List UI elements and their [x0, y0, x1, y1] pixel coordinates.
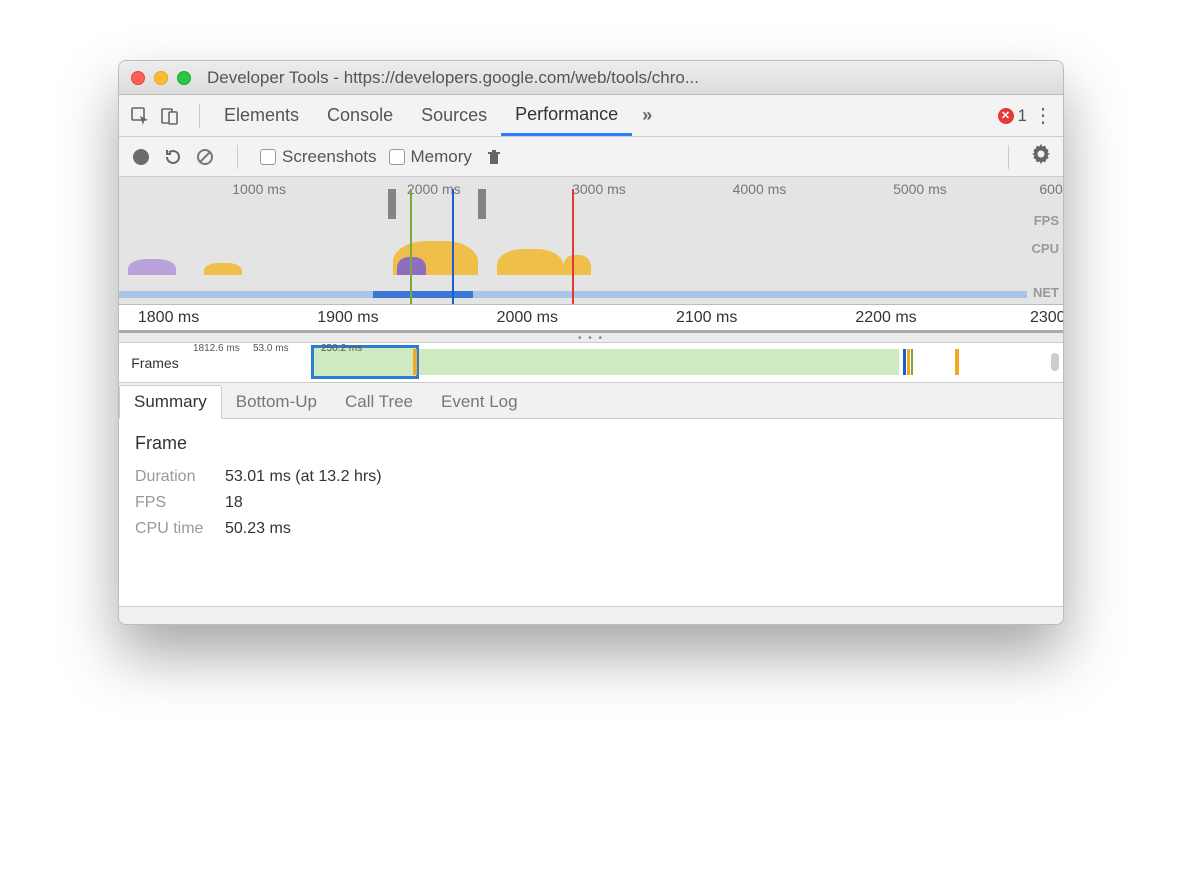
ruler-tick: 1800 ms [138, 309, 199, 327]
summary-value: 18 [225, 494, 243, 512]
ruler-tick: 2300 [1030, 309, 1064, 327]
tabs-overflow-button[interactable]: » [632, 105, 662, 126]
divider [237, 145, 238, 169]
frame-block[interactable] [419, 349, 899, 375]
detail-tabs: SummaryBottom-UpCall TreeEvent Log [119, 383, 1063, 419]
flame-ruler[interactable]: 1800 ms 1900 ms 2000 ms 2100 ms 2200 ms 2300 [119, 305, 1063, 333]
summary-row: FPS 18 [135, 494, 1047, 512]
frame-bar [911, 349, 913, 375]
summary-panel: Frame Duration 53.01 ms (at 13.2 hrs) FPS 1… [119, 419, 1063, 606]
range-handle[interactable] [478, 189, 486, 219]
tab-elements[interactable]: Elements [210, 95, 313, 136]
detail-tab-event-log[interactable]: Event Log [427, 386, 532, 418]
frames-track[interactable]: Frames 1812.6 ms 53.0 ms 250.2 ms [119, 343, 1063, 383]
close-button[interactable] [131, 71, 145, 85]
error-indicator[interactable]: ✕ 1 [998, 106, 1027, 126]
checkbox-label: Screenshots [282, 147, 377, 167]
garbage-collect-button[interactable] [484, 147, 504, 167]
performance-toolbar: Screenshots Memory [119, 137, 1063, 177]
record-button[interactable] [131, 147, 151, 167]
window-title: Developer Tools - https://developers.goo… [207, 68, 1051, 88]
timeline-overview[interactable]: 1000 ms2000 ms3000 ms4000 ms5000 ms6000 … [119, 177, 1063, 305]
panel-tabs: ElementsConsoleSourcesPerformance » ✕ 1 … [119, 95, 1063, 137]
frames-track-label: Frames [119, 343, 191, 382]
cpu-activity [563, 255, 591, 275]
ruler-tick: 2000 ms [497, 309, 558, 327]
marker-line [572, 189, 574, 304]
titlebar: Developer Tools - https://developers.goo… [119, 61, 1063, 95]
marker-line [410, 189, 412, 304]
cpu-activity [497, 249, 563, 275]
frame-duration-label: 250.2 ms [321, 343, 362, 354]
summary-value: 53.01 ms (at 13.2 hrs) [225, 468, 382, 486]
overview-tick: 4000 ms [733, 181, 787, 197]
frame-bar [903, 349, 906, 375]
overview-tick: 3000 ms [572, 181, 626, 197]
error-count: 1 [1018, 106, 1027, 126]
scrollbar-thumb[interactable] [1051, 353, 1059, 371]
cpu-activity [128, 259, 175, 275]
detail-tab-summary[interactable]: Summary [119, 385, 222, 419]
summary-row: Duration 53.01 ms (at 13.2 hrs) [135, 468, 1047, 486]
clear-button[interactable] [195, 147, 215, 167]
overview-tick: 5000 ms [893, 181, 947, 197]
divider [1008, 145, 1009, 169]
summary-label: Duration [135, 468, 211, 486]
cpu-activity [204, 263, 242, 275]
frame-bar [955, 349, 959, 375]
ruler-tick: 2100 ms [676, 309, 737, 327]
zoom-button[interactable] [177, 71, 191, 85]
net-segment [373, 291, 473, 298]
overview-row-label: NET [1033, 285, 1059, 300]
screenshots-checkbox[interactable]: Screenshots [260, 147, 377, 167]
checkbox-label: Memory [411, 147, 472, 167]
memory-checkbox[interactable]: Memory [389, 147, 472, 167]
minimize-button[interactable] [154, 71, 168, 85]
inspect-icon[interactable] [129, 105, 151, 127]
tab-sources[interactable]: Sources [407, 95, 501, 136]
overview-tick: 6000 [1039, 181, 1064, 197]
summary-row: CPU time 50.23 ms [135, 520, 1047, 538]
tab-performance[interactable]: Performance [501, 95, 632, 136]
checkbox-icon [260, 149, 276, 165]
track-label-text: Frames [131, 355, 178, 371]
frames-area[interactable]: 1812.6 ms 53.0 ms 250.2 ms [191, 343, 1063, 382]
devtools-window: Developer Tools - https://developers.goo… [118, 60, 1064, 625]
kebab-menu-icon[interactable]: ⋮ [1033, 103, 1053, 128]
summary-label: CPU time [135, 520, 211, 538]
divider [199, 104, 200, 128]
ruler-tick: 1900 ms [317, 309, 378, 327]
tab-console[interactable]: Console [313, 95, 407, 136]
frame-bar [413, 349, 417, 375]
reload-button[interactable] [163, 147, 183, 167]
status-strip [119, 606, 1063, 624]
overview-tick: 1000 ms [232, 181, 286, 197]
ruler-tick: 2200 ms [855, 309, 916, 327]
marker-line [452, 189, 454, 304]
tab-list: ElementsConsoleSourcesPerformance [210, 95, 632, 136]
checkbox-icon [389, 149, 405, 165]
cpu-chart [119, 235, 1063, 275]
drag-handle[interactable]: • • • [119, 333, 1063, 343]
detail-tab-call-tree[interactable]: Call Tree [331, 386, 427, 418]
frame-bar [907, 349, 910, 375]
error-icon: ✕ [998, 108, 1014, 124]
device-toggle-icon[interactable] [159, 105, 181, 127]
summary-value: 50.23 ms [225, 520, 291, 538]
range-handle[interactable] [388, 189, 396, 219]
traffic-lights [131, 71, 191, 85]
overview-row-label: FPS [1034, 213, 1059, 228]
settings-icon[interactable] [1031, 144, 1051, 170]
frame-duration-label: 1812.6 ms [193, 343, 240, 354]
summary-label: FPS [135, 494, 211, 512]
detail-tab-bottom-up[interactable]: Bottom-Up [222, 386, 331, 418]
summary-title: Frame [135, 433, 1047, 454]
frame-duration-label: 53.0 ms [253, 343, 289, 354]
